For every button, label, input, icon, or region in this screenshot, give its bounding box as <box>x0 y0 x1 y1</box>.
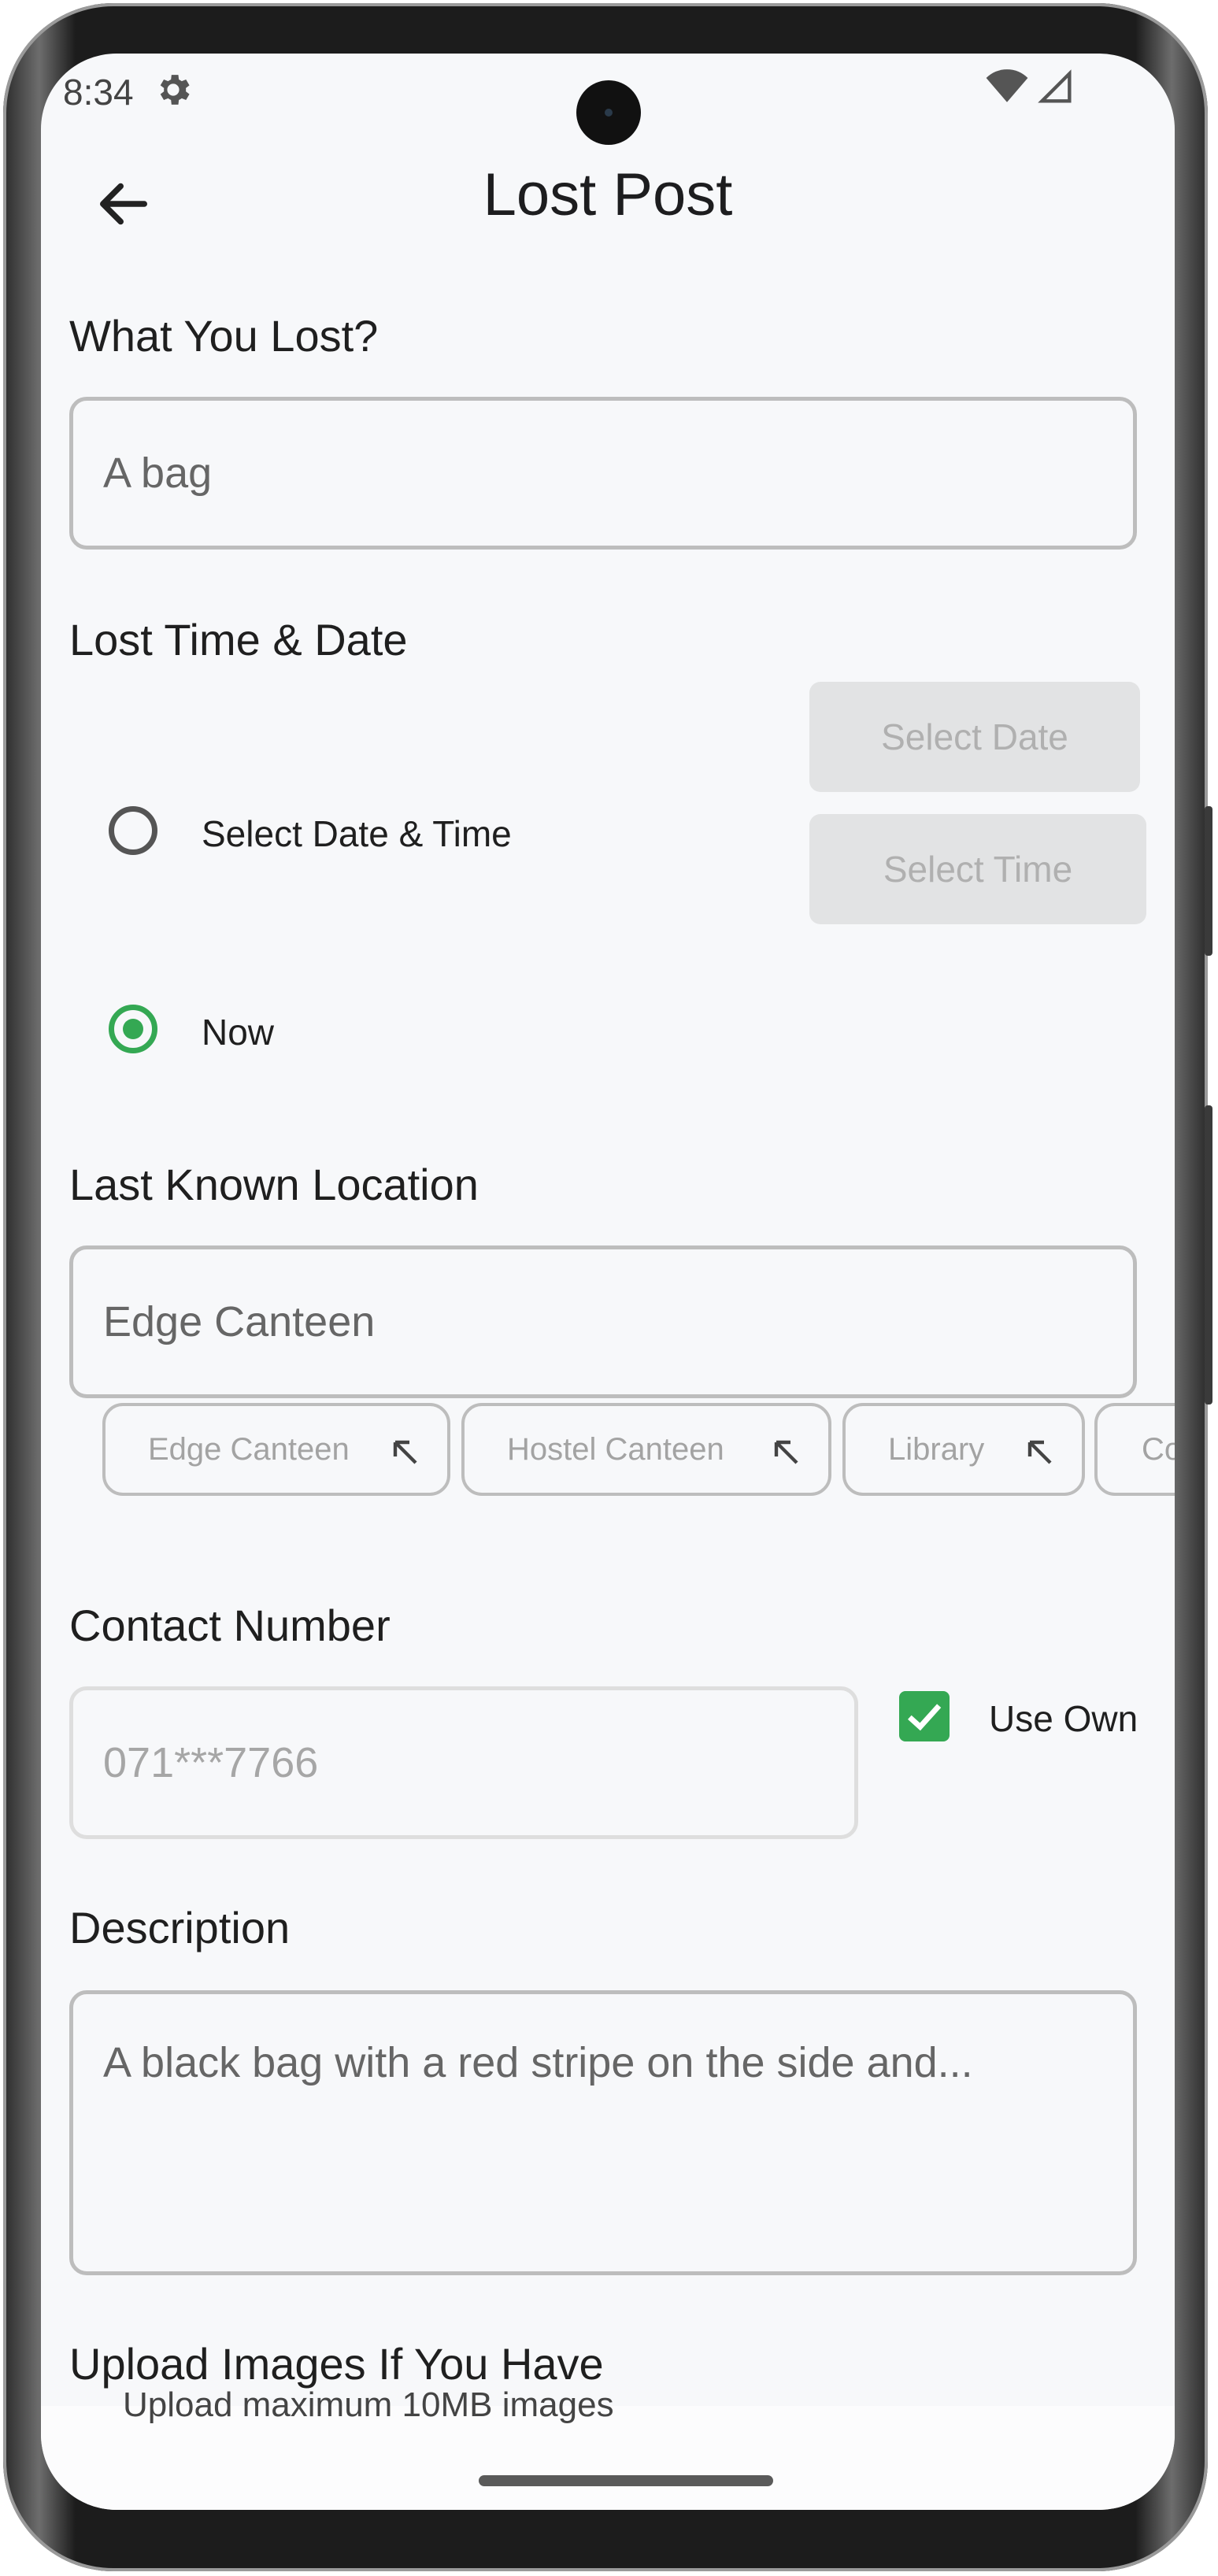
what-lost-label: What You Lost? <box>69 311 379 361</box>
north-west-arrow-icon <box>774 1440 798 1464</box>
status-icons <box>981 69 1074 108</box>
power-button <box>1205 1105 1212 1405</box>
home-indicator[interactable] <box>479 2475 773 2486</box>
page-title: Lost Post <box>483 161 733 228</box>
upload-hint: Upload maximum 10MB images <box>123 2385 614 2424</box>
upload-label: Upload Images If You Have <box>69 2339 604 2389</box>
now-label[interactable]: Now <box>202 1011 274 1053</box>
description-value: A black bag with a red stripe on the sid… <box>103 2039 973 2086</box>
check-icon <box>908 1704 942 1731</box>
north-west-arrow-icon <box>1027 1440 1052 1464</box>
location-label: Last Known Location <box>69 1160 479 1209</box>
phone-frame: 8:34 Lost Post What You Lost? A bag Lost… <box>3 3 1212 2571</box>
location-chip[interactable]: Hostel Canteen <box>461 1403 831 1496</box>
location-chip[interactable]: Co <box>1094 1403 1175 1496</box>
location-input[interactable]: Edge Canteen <box>69 1245 1137 1398</box>
volume-button <box>1205 806 1212 956</box>
use-own-checkbox[interactable] <box>899 1691 950 1741</box>
what-lost-input[interactable]: A bag <box>69 397 1137 550</box>
cell-signal-icon <box>1038 69 1072 103</box>
north-west-arrow-icon <box>393 1440 417 1464</box>
wifi-icon <box>986 69 1027 102</box>
select-date-time-radio[interactable] <box>109 806 157 855</box>
chip-label: Library <box>888 1431 985 1467</box>
what-lost-value: A bag <box>103 450 213 497</box>
chip-label: Co <box>1142 1431 1175 1467</box>
location-value: Edge Canteen <box>103 1298 376 1345</box>
chip-label: Edge Canteen <box>148 1431 350 1467</box>
status-time: 8:34 <box>63 72 134 113</box>
chip-label: Hostel Canteen <box>507 1431 724 1467</box>
description-input[interactable]: A black bag with a red stripe on the sid… <box>69 1990 1137 2275</box>
select-date-time-label[interactable]: Select Date & Time <box>202 812 512 855</box>
contact-placeholder: 071***7766 <box>103 1739 319 1786</box>
front-camera <box>576 80 641 145</box>
description-label: Description <box>69 1903 291 1952</box>
now-radio[interactable] <box>109 1005 157 1053</box>
location-chip[interactable]: Edge Canteen <box>102 1403 450 1496</box>
select-time-button[interactable]: Select Time <box>809 814 1146 924</box>
contact-input[interactable]: 071***7766 <box>69 1686 858 1839</box>
app-screen: 8:34 Lost Post What You Lost? A bag Lost… <box>41 54 1175 2510</box>
settings-gear-icon <box>160 75 190 105</box>
contact-label: Contact Number <box>69 1601 391 1650</box>
lost-time-label: Lost Time & Date <box>69 615 408 664</box>
select-date-button[interactable]: Select Date <box>809 682 1140 792</box>
location-chip[interactable]: Library <box>842 1403 1085 1496</box>
use-own-label[interactable]: Use Own <box>989 1697 1138 1740</box>
